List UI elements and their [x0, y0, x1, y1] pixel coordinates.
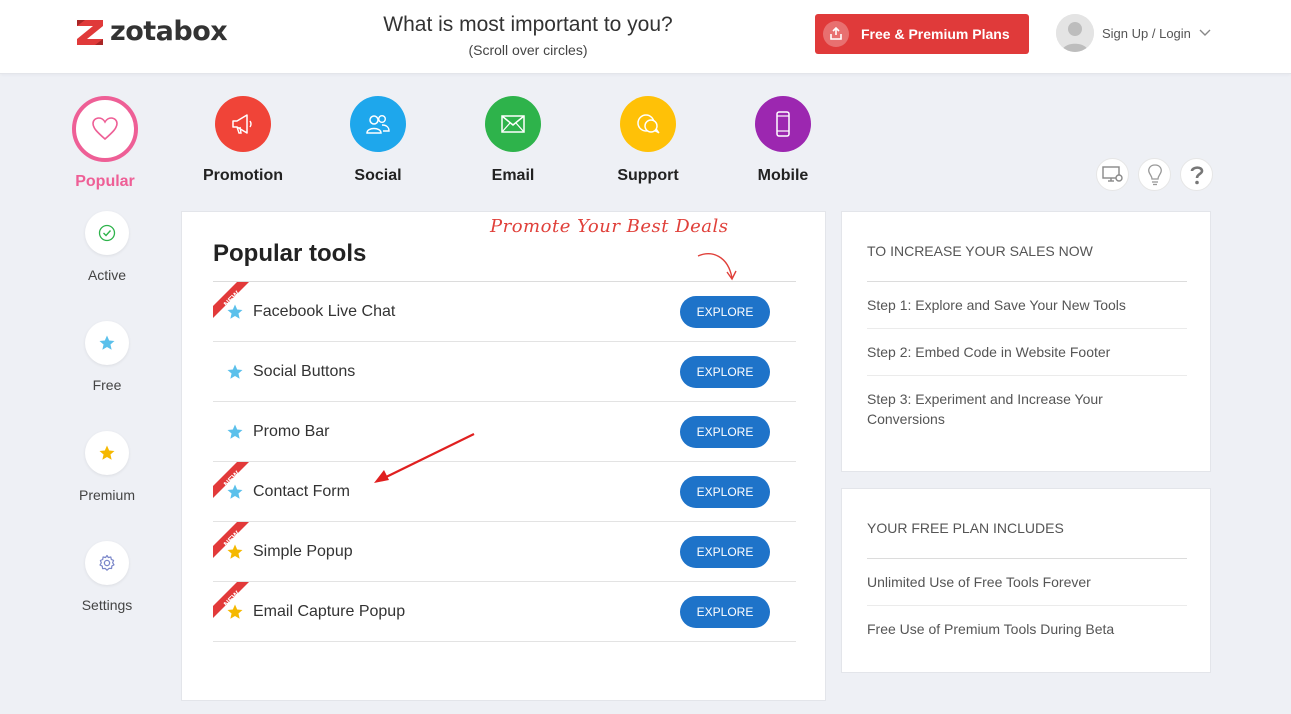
tools-list: NEW Facebook Live Chat EXPLORE Social Bu…	[213, 282, 796, 642]
side-nav-label: Free	[92, 377, 122, 393]
category-promotion[interactable]: Promotion	[188, 96, 298, 185]
star-icon	[227, 364, 243, 379]
side-nav-label: Settings	[81, 597, 133, 613]
category-popular[interactable]: Popular	[50, 96, 160, 191]
category-label: Promotion	[203, 167, 283, 184]
star-icon	[227, 604, 243, 619]
red-arrow-icon	[374, 433, 475, 483]
question-text: What is most important to you?	[383, 13, 673, 36]
side-nav-label: Active	[87, 267, 127, 283]
chevron-down-icon	[1199, 29, 1211, 36]
step-item: Step 1: Explore and Save Your New Tools	[867, 297, 1126, 313]
side-nav-active[interactable]: Active	[62, 211, 152, 283]
zotabox-logo-icon	[77, 19, 103, 45]
category-label: Popular	[75, 173, 135, 190]
logo-text: zotabox	[110, 16, 228, 47]
divider	[867, 375, 1187, 376]
step-item: Step 2: Embed Code in Website Footer	[867, 344, 1111, 360]
check-circle-icon	[85, 211, 129, 255]
free-plan-panel: YOUR FREE PLAN INCLUDES Unlimited Use of…	[841, 488, 1211, 673]
star-icon	[227, 304, 243, 319]
sales-steps-panel: TO INCREASE YOUR SALES NOW Step 1: Explo…	[841, 211, 1211, 472]
star-icon	[85, 431, 129, 475]
tool-row: Promo Bar EXPLORE	[213, 402, 796, 462]
top-header: zotabox What is most important to you? (…	[0, 0, 1291, 74]
megaphone-icon	[215, 96, 271, 152]
panel-heading: YOUR FREE PLAN INCLUDES	[867, 520, 1064, 536]
tool-row: NEW Email Capture Popup EXPLORE	[213, 582, 796, 642]
side-nav-settings[interactable]: Settings	[62, 541, 152, 613]
tool-name: Facebook Live Chat	[253, 303, 396, 320]
plan-item: Unlimited Use of Free Tools Forever	[867, 574, 1091, 590]
monitor-gear-icon[interactable]	[1096, 158, 1129, 191]
divider	[867, 281, 1187, 282]
plans-button-label: Free & Premium Plans	[861, 26, 1010, 42]
tool-name: Contact Form	[253, 483, 350, 500]
explore-button[interactable]: EXPLORE	[680, 476, 770, 508]
side-nav-free[interactable]: Free	[62, 321, 152, 393]
question-subtext: (Scroll over circles)	[468, 42, 588, 58]
category-label: Social	[354, 167, 402, 184]
category-label: Mobile	[757, 167, 809, 184]
tool-name: Simple Popup	[253, 543, 353, 560]
tool-row: NEW Contact Form EXPLORE	[213, 462, 796, 522]
lightbulb-icon[interactable]	[1138, 158, 1171, 191]
category-social[interactable]: Social	[323, 96, 433, 185]
tool-name: Promo Bar	[253, 423, 330, 440]
explore-button[interactable]: EXPLORE	[680, 596, 770, 628]
plan-item: Free Use of Premium Tools During Beta	[867, 621, 1115, 637]
sign-up-login-menu[interactable]: Sign Up / Login	[1056, 14, 1211, 52]
header-question: What is most important to you? (Scroll o…	[340, 13, 716, 58]
panel-title: Popular tools	[213, 240, 367, 267]
tool-name: Social Buttons	[253, 363, 356, 380]
panel-heading: TO INCREASE YOUR SALES NOW	[867, 243, 1093, 259]
share-upload-icon	[823, 21, 849, 47]
star-icon	[227, 424, 243, 439]
category-label: Support	[617, 167, 679, 184]
category-mobile[interactable]: Mobile	[728, 96, 838, 185]
question-icon[interactable]	[1180, 158, 1213, 191]
login-label: Sign Up / Login	[1102, 25, 1191, 41]
tool-row: NEW Facebook Live Chat EXPLORE	[213, 282, 796, 342]
step-item: Step 3: Experiment and Increase Your Con…	[867, 391, 1103, 427]
divider	[867, 558, 1187, 559]
free-premium-plans-button[interactable]: Free & Premium Plans	[815, 14, 1029, 54]
heart-icon	[72, 96, 138, 162]
tool-name: Email Capture Popup	[253, 603, 406, 620]
envelope-icon	[485, 96, 541, 152]
explore-button[interactable]: EXPLORE	[680, 536, 770, 568]
avatar-icon	[1056, 14, 1094, 52]
zotabox-logo[interactable]: zotabox	[75, 16, 228, 47]
divider	[867, 605, 1187, 606]
popular-tools-panel: Popular tools Promote Your Best Deals NE…	[181, 211, 826, 701]
star-icon	[85, 321, 129, 365]
chat-icon	[620, 96, 676, 152]
star-icon	[227, 544, 243, 559]
explore-button[interactable]: EXPLORE	[680, 416, 770, 448]
divider	[867, 328, 1187, 329]
explore-button[interactable]: EXPLORE	[680, 296, 770, 328]
tool-row: NEW Simple Popup EXPLORE	[213, 522, 796, 582]
side-nav-label: Premium	[78, 487, 135, 503]
category-label: Email	[491, 167, 535, 184]
star-icon	[227, 484, 243, 499]
category-email[interactable]: Email	[458, 96, 568, 185]
users-icon	[350, 96, 406, 152]
explore-button[interactable]: EXPLORE	[680, 356, 770, 388]
utility-icons	[1096, 158, 1213, 191]
tool-row: Social Buttons EXPLORE	[213, 342, 796, 402]
category-support[interactable]: Support	[593, 96, 703, 185]
mobile-icon	[755, 96, 811, 152]
promo-annotation: Promote Your Best Deals	[490, 216, 729, 237]
side-nav-premium[interactable]: Premium	[62, 431, 152, 503]
gear-icon	[85, 541, 129, 585]
